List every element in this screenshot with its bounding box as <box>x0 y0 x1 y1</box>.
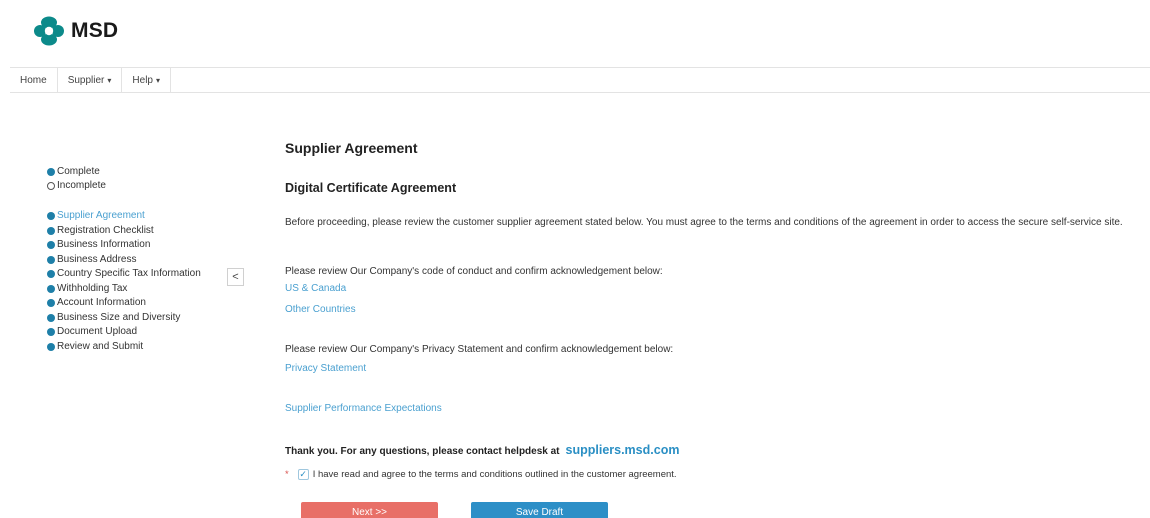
step-label: Business Address <box>57 253 137 265</box>
step-dot-icon <box>47 270 55 279</box>
intro-text: Before proceeding, please review the cus… <box>285 217 1123 228</box>
chevron-down-icon: ▾ <box>107 75 112 85</box>
step-dot-icon <box>47 255 55 264</box>
step-dot-icon <box>47 313 55 322</box>
step-label: Country Specific Tax Information <box>57 268 201 279</box>
chevron-left-icon: < <box>232 271 239 283</box>
agree-label: I have read and agree to the terms and c… <box>312 469 677 480</box>
step-label: Business Information <box>57 239 151 250</box>
filled-dot-icon <box>47 168 55 176</box>
legend-complete: Complete <box>47 165 106 179</box>
us-canada-link[interactable]: US & Canada <box>285 283 346 294</box>
legend-incomplete: Incomplete <box>47 179 106 193</box>
required-marker: * <box>285 469 289 480</box>
nav-supplier-menu[interactable]: Supplier ▾ <box>58 68 123 92</box>
page-title: Supplier Agreement <box>285 140 418 156</box>
other-countries-link[interactable]: Other Countries <box>285 304 356 315</box>
step-dot-icon <box>47 284 55 293</box>
status-legend: Complete Incomplete <box>47 165 106 193</box>
conduct-text: Please review Our Company's code of cond… <box>285 266 663 277</box>
logo-text: MSD <box>71 19 119 42</box>
helpdesk-line: Thank you. For any questions, please con… <box>285 443 679 457</box>
logo: MSD <box>34 16 118 46</box>
step-business-information[interactable]: Business Information <box>47 238 201 253</box>
step-business-address[interactable]: Business Address <box>47 253 201 268</box>
nav-help-label: Help <box>132 74 153 86</box>
step-label: Business Size and Diversity <box>57 311 181 323</box>
step-label: Supplier Agreement <box>57 210 145 221</box>
step-label: Account Information <box>57 297 146 308</box>
legend-incomplete-label: Incomplete <box>57 180 106 191</box>
step-dot-icon <box>47 226 55 235</box>
save-draft-button[interactable]: Save Draft <box>471 502 608 518</box>
next-button[interactable]: Next >> <box>301 502 438 518</box>
msd-logo-icon <box>34 16 64 46</box>
privacy-statement-link[interactable]: Privacy Statement <box>285 363 366 374</box>
step-business-size[interactable]: Business Size and Diversity <box>47 311 201 326</box>
legend-complete-label: Complete <box>57 166 100 177</box>
agreement-row: * ✓ I have read and agree to the terms a… <box>285 468 705 481</box>
step-account-information[interactable]: Account Information <box>47 296 201 311</box>
step-label: Registration Checklist <box>57 224 154 236</box>
helpdesk-text: Thank you. For any questions, please con… <box>285 446 560 457</box>
step-label: Review and Submit <box>57 340 144 352</box>
step-label: Document Upload <box>57 326 138 337</box>
step-country-tax[interactable]: Country Specific Tax Information <box>47 267 201 282</box>
step-dot-icon <box>47 212 55 221</box>
step-supplier-agreement[interactable]: Supplier Agreement <box>47 209 201 224</box>
top-nav: Home Supplier ▾ Help ▾ <box>10 67 1150 93</box>
step-dot-icon <box>47 328 55 337</box>
step-document-upload[interactable]: Document Upload <box>47 325 201 340</box>
step-registration-checklist[interactable]: Registration Checklist <box>47 224 201 239</box>
step-label: Withholding Tax <box>57 282 128 294</box>
step-dot-icon <box>47 299 55 308</box>
step-dot-icon <box>47 241 55 250</box>
nav-home-label: Home <box>20 74 47 86</box>
step-list: Supplier Agreement Registration Checklis… <box>47 209 201 354</box>
nav-help-menu[interactable]: Help ▾ <box>122 68 171 92</box>
next-button-label: Next >> <box>351 506 388 518</box>
performance-expectations-link[interactable]: Supplier Performance Expectations <box>285 403 442 414</box>
collapse-sidebar-button[interactable]: < <box>227 268 244 286</box>
step-dot-icon <box>47 342 55 351</box>
checkmark-icon: ✓ <box>299 469 307 479</box>
nav-home[interactable]: Home <box>10 68 58 92</box>
section-title: Digital Certificate Agreement <box>285 181 457 195</box>
hollow-dot-icon <box>47 182 55 190</box>
agree-checkbox[interactable]: ✓ <box>297 469 309 480</box>
helpdesk-site-link[interactable]: suppliers.msd.com <box>566 443 680 457</box>
chevron-down-icon: ▾ <box>155 75 160 85</box>
nav-supplier-label: Supplier <box>67 74 105 86</box>
step-review-submit[interactable]: Review and Submit <box>47 340 201 355</box>
privacy-text: Please review Our Company's Privacy Stat… <box>285 344 674 355</box>
save-draft-button-label: Save Draft <box>515 506 564 518</box>
step-withholding-tax[interactable]: Withholding Tax <box>47 282 201 297</box>
